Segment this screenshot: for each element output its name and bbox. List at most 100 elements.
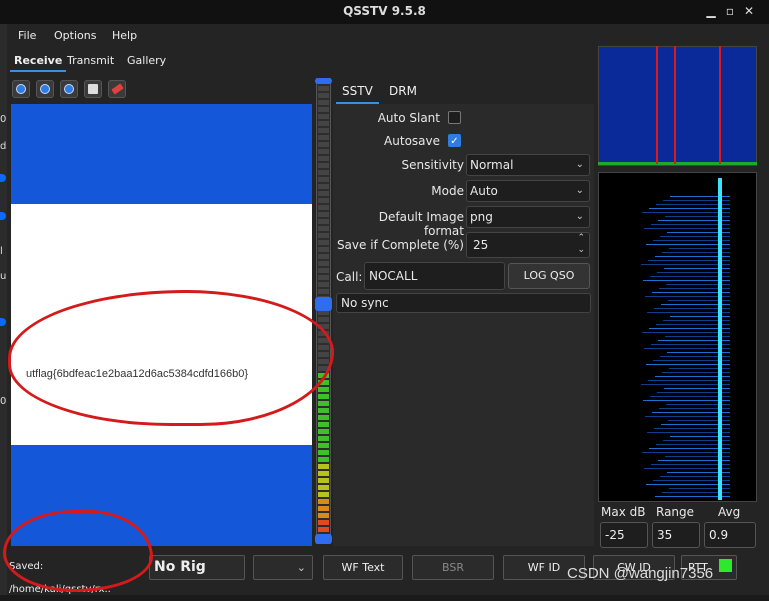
auto-slant-label: Auto Slant bbox=[377, 111, 440, 125]
avg-spinbox[interactable]: 0.9 bbox=[704, 522, 756, 548]
meter-segment bbox=[318, 212, 329, 217]
menu-help[interactable]: Help bbox=[112, 29, 137, 42]
sensitivity-value: Normal bbox=[470, 158, 514, 172]
meter-segment bbox=[318, 156, 329, 161]
meter-segment bbox=[318, 457, 329, 462]
strip-char: 0 bbox=[0, 396, 7, 407]
meter-segment bbox=[318, 478, 329, 483]
chevron-down-icon: ⌄ bbox=[575, 211, 584, 222]
meter-handle-top[interactable] bbox=[315, 78, 332, 84]
image-format-label: Default Image format bbox=[378, 210, 464, 238]
mode-select[interactable]: Auto ⌄ bbox=[466, 180, 590, 202]
spin-down-icon[interactable]: ⌄ bbox=[577, 245, 585, 255]
spin-up-icon[interactable]: ⌃ bbox=[577, 233, 585, 243]
erase-button[interactable] bbox=[108, 80, 126, 98]
marker-line bbox=[674, 46, 676, 164]
bsr-button[interactable]: BSR bbox=[412, 555, 494, 580]
chevron-down-icon: ⌄ bbox=[575, 159, 584, 170]
meter-segment bbox=[318, 170, 329, 175]
spectrum-display bbox=[598, 46, 757, 166]
log-qso-button[interactable]: LOG QSO bbox=[508, 263, 590, 289]
sync-status: No sync bbox=[336, 293, 591, 313]
meter-handle-mid[interactable] bbox=[315, 297, 332, 311]
meter-segment bbox=[318, 282, 329, 287]
meter-segment bbox=[318, 464, 329, 469]
meter-segment bbox=[318, 408, 329, 413]
avg-value: 0.9 bbox=[709, 528, 729, 542]
waterfall-signal-trace bbox=[718, 178, 722, 500]
spectrum-baseline bbox=[598, 162, 757, 165]
sensitivity-select[interactable]: Normal ⌄ bbox=[466, 154, 590, 176]
meter-segment bbox=[318, 107, 329, 112]
meter-segment bbox=[318, 471, 329, 476]
meter-segment bbox=[318, 394, 329, 399]
minimize-icon[interactable]: ▁ bbox=[703, 3, 719, 19]
rig-status: No Rig bbox=[149, 555, 245, 580]
meter-segment bbox=[318, 247, 329, 252]
max-db-spinbox[interactable]: -25 bbox=[600, 522, 648, 548]
waterfall-line bbox=[642, 452, 730, 453]
tab-gallery[interactable]: Gallery bbox=[123, 54, 170, 72]
meter-segment bbox=[318, 506, 329, 511]
tab-sstv[interactable]: SSTV bbox=[336, 84, 379, 104]
strip-char: d bbox=[0, 141, 7, 152]
meter-segment bbox=[318, 520, 329, 525]
meter-segment bbox=[318, 275, 329, 280]
meter-segment bbox=[318, 443, 329, 448]
tab-drm[interactable]: DRM bbox=[383, 84, 423, 104]
meter-segment bbox=[318, 513, 329, 518]
meter-segment bbox=[318, 450, 329, 455]
call-label: Call: bbox=[336, 270, 363, 284]
meter-segment bbox=[318, 268, 329, 273]
waterfall-line bbox=[641, 264, 730, 265]
meter-segment bbox=[318, 387, 329, 392]
play-icon bbox=[16, 84, 26, 94]
refresh-icon bbox=[64, 84, 74, 94]
start-button[interactable] bbox=[12, 80, 30, 98]
meter-segment bbox=[318, 149, 329, 154]
image-format-select[interactable]: png ⌄ bbox=[466, 206, 590, 228]
waterfall-line bbox=[643, 280, 730, 281]
meter-segment bbox=[318, 429, 329, 434]
stop-button[interactable] bbox=[36, 80, 54, 98]
tab-receive[interactable]: Receive bbox=[10, 54, 67, 72]
menu-file[interactable]: File bbox=[18, 29, 36, 42]
meter-segment bbox=[318, 492, 329, 497]
meter-segment bbox=[318, 415, 329, 420]
meter-segment bbox=[318, 163, 329, 168]
menu-options[interactable]: Options bbox=[54, 29, 96, 42]
wf-text-button[interactable]: WF Text bbox=[323, 555, 403, 580]
meter-segment bbox=[318, 205, 329, 210]
meter-segment bbox=[318, 261, 329, 266]
autosave-checkbox[interactable]: ✓ bbox=[448, 134, 461, 147]
save-complete-label: Save if Complete (%) bbox=[336, 238, 464, 252]
maximize-icon[interactable]: ▫ bbox=[722, 3, 738, 19]
auto-slant-checkbox[interactable] bbox=[448, 111, 461, 124]
resync-button[interactable] bbox=[60, 80, 78, 98]
annotation-circle bbox=[8, 290, 334, 426]
tab-transmit[interactable]: Transmit bbox=[63, 54, 118, 72]
sensitivity-label: Sensitivity bbox=[401, 158, 464, 172]
waterfall-line bbox=[641, 384, 730, 385]
meter-segment bbox=[318, 135, 329, 140]
meter-segment bbox=[318, 240, 329, 245]
meter-segment bbox=[318, 177, 329, 182]
close-icon[interactable]: ✕ bbox=[741, 3, 757, 19]
meter-segment bbox=[318, 289, 329, 294]
meter-segment bbox=[318, 191, 329, 196]
eraser-icon bbox=[111, 83, 124, 95]
save-button[interactable] bbox=[84, 80, 102, 98]
avg-label: Avg bbox=[718, 505, 741, 519]
call-value: NOCALL bbox=[369, 269, 418, 283]
range-spinbox[interactable]: 35 bbox=[652, 522, 700, 548]
call-input[interactable]: NOCALL bbox=[364, 262, 505, 290]
rig-select[interactable]: ⌄ bbox=[253, 555, 313, 580]
meter-segment bbox=[318, 254, 329, 259]
range-value: 35 bbox=[657, 528, 673, 542]
meter-handle-bottom[interactable] bbox=[315, 534, 332, 544]
background-window-strip bbox=[0, 24, 7, 595]
save-complete-spinbox[interactable]: 25 ⌃ ⌄ bbox=[466, 232, 590, 258]
chevron-down-icon: ⌄ bbox=[575, 185, 584, 196]
save-icon bbox=[88, 84, 98, 94]
meter-segment bbox=[318, 198, 329, 203]
